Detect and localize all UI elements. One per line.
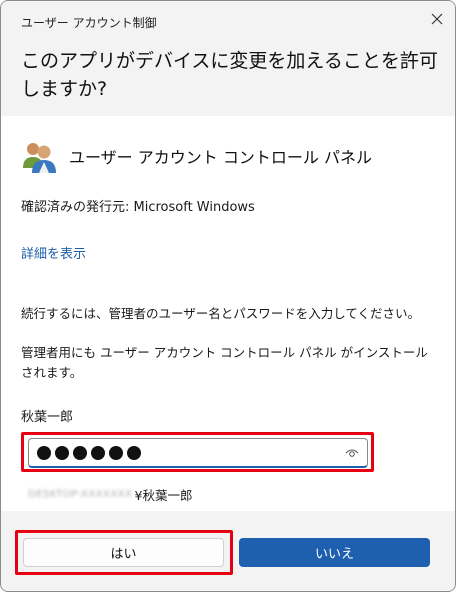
show-details-link[interactable]: 詳細を表示 — [21, 243, 86, 262]
users-icon — [23, 143, 56, 173]
dialog-header: ユーザー アカウント制御 このアプリがデバイスに変更を加えることを許可しますか? — [1, 1, 455, 116]
password-masked-value — [37, 445, 141, 460]
dialog-footer: はい いいえ — [1, 511, 455, 591]
password-dot — [91, 445, 105, 460]
domain-name-blurred: DESKTOP-XXXXXXX — [28, 489, 133, 500]
uac-dialog: ユーザー アカウント制御 このアプリがデバイスに変更を加えることを許可しますか?… — [0, 0, 456, 592]
password-dot — [109, 445, 123, 460]
password-dot — [127, 445, 141, 460]
window-title: ユーザー アカウント制御 — [21, 16, 157, 30]
install-note-text: 管理者用にも ユーザー アカウント コントロール パネル がインストールされます… — [21, 345, 428, 380]
permission-question: このアプリがデバイスに変更を加えることを許可しますか? — [21, 50, 438, 100]
app-row: ユーザー アカウント コントロール パネル — [21, 138, 372, 174]
dialog-content: ユーザー アカウント コントロール パネル 確認済みの発行元: Microsof… — [1, 116, 455, 511]
password-dot — [55, 445, 69, 460]
password-input[interactable]: ●●●●●● — [28, 438, 368, 468]
app-name: ユーザー アカウント コントロール パネル — [69, 148, 372, 167]
yes-button[interactable]: はい — [23, 538, 224, 567]
domain-user: ¥秋葉一郎 — [134, 488, 193, 503]
publisher-text: 確認済みの発行元: Microsoft Windows — [21, 200, 255, 215]
no-button[interactable]: いいえ — [239, 538, 430, 567]
close-icon — [431, 13, 443, 25]
password-dot — [37, 445, 51, 460]
instruction-text: 続行するには、管理者のユーザー名とパスワードを入力してください。 — [21, 306, 421, 321]
domain-account: DESKTOP-XXXXXXX ¥秋葉一郎 — [28, 485, 192, 504]
close-button[interactable] — [419, 3, 455, 35]
reveal-password-icon[interactable] — [345, 447, 359, 459]
password-dot — [73, 445, 87, 460]
username-label: 秋葉一郎 — [21, 410, 74, 425]
